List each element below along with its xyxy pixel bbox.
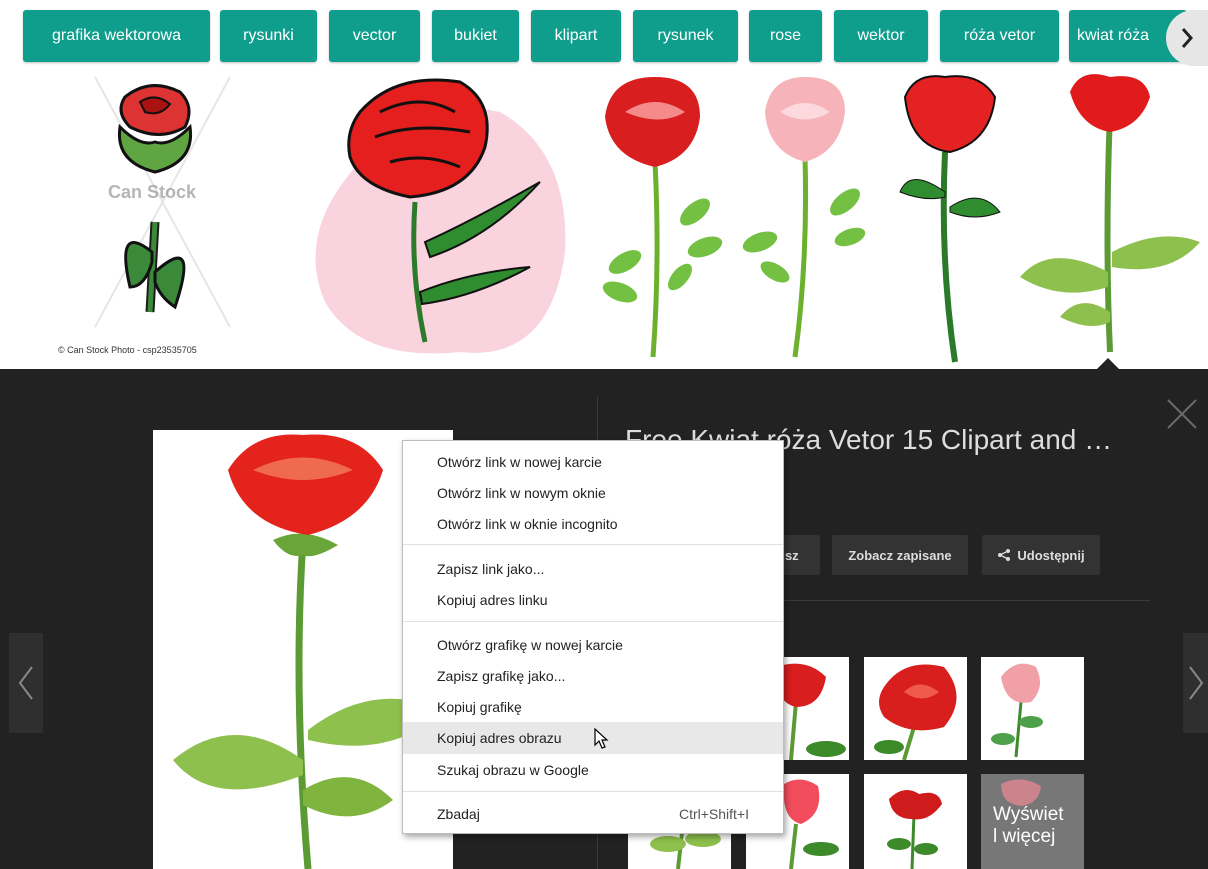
result-thumbnail[interactable] (740, 72, 870, 369)
close-icon (1167, 399, 1197, 429)
menu-open-link-new-tab[interactable]: Otwórz link w nowej karcie (403, 446, 783, 478)
menu-item-label: Kopiuj adres obrazu (437, 730, 562, 746)
menu-item-label: Szukaj obrazu w Google (437, 762, 589, 778)
menu-copy-link-address[interactable]: Kopiuj adres linku (403, 584, 783, 616)
related-image[interactable] (981, 657, 1084, 760)
see-more-label: Wyświet l więcej (993, 804, 1064, 847)
menu-item-label: Zapisz link jako... (437, 561, 545, 577)
chip-bukiet[interactable]: bukiet (432, 10, 519, 62)
previous-image-button[interactable] (9, 633, 43, 733)
menu-separator (403, 791, 783, 792)
context-menu: Otwórz link w nowej karcie Otwórz link w… (402, 440, 784, 834)
result-thumbnail[interactable] (1010, 72, 1208, 369)
menu-item-label: Otwórz link w oknie incognito (437, 516, 618, 532)
close-preview-button[interactable] (1164, 396, 1200, 432)
related-search-chips: grafika wektorowa rysunki vector bukiet … (0, 0, 1208, 72)
menu-save-link-as[interactable]: Zapisz link jako... (403, 553, 783, 585)
result-thumbnail[interactable]: Can Stock © Can Stock Photo - csp2353570… (0, 72, 300, 369)
chip-rysunek[interactable]: rysunek (633, 10, 738, 62)
menu-item-label: Kopiuj grafikę (437, 699, 522, 715)
view-saved-button[interactable]: Zobacz zapisane (832, 535, 968, 575)
menu-open-link-incognito[interactable]: Otwórz link w oknie incognito (403, 508, 783, 540)
result-thumbnail[interactable] (870, 72, 1010, 369)
menu-open-link-new-window[interactable]: Otwórz link w nowym oknie (403, 477, 783, 509)
menu-item-label: Otwórz link w nowym oknie (437, 485, 606, 501)
share-label: Udostępnij (1017, 547, 1085, 563)
chip-wektor[interactable]: wektor (834, 10, 928, 62)
result-thumbnail[interactable] (585, 72, 740, 369)
menu-copy-image[interactable]: Kopiuj grafikę (403, 691, 783, 723)
menu-item-label: Otwórz link w nowej karcie (437, 454, 602, 470)
menu-separator (403, 544, 783, 545)
chip-rose[interactable]: rose (749, 10, 822, 62)
watermark-logo: Can Stock (108, 182, 197, 202)
related-image[interactable] (864, 774, 967, 869)
chip-roza-vetor[interactable]: róża vetor (940, 10, 1059, 62)
watermark-caption: © Can Stock Photo - csp23535705 (58, 345, 197, 355)
image-results-strip: Can Stock © Can Stock Photo - csp2353570… (0, 72, 1208, 369)
chip-rysunki[interactable]: rysunki (220, 10, 317, 62)
menu-copy-image-address[interactable]: Kopiuj adres obrazu (403, 722, 783, 754)
share-button[interactable]: Udostępnij (982, 535, 1100, 575)
menu-separator (403, 621, 783, 622)
chip-vector[interactable]: vector (329, 10, 420, 62)
menu-item-label: Zbadaj (437, 806, 480, 822)
menu-save-image-as[interactable]: Zapisz grafikę jako... (403, 660, 783, 692)
menu-item-shortcut: Ctrl+Shift+I (678, 806, 749, 822)
mouse-cursor-icon (594, 728, 609, 749)
chip-klipart[interactable]: klipart (531, 10, 621, 62)
chevron-right-icon (1181, 28, 1194, 48)
related-image[interactable] (864, 657, 967, 760)
menu-search-image-google[interactable]: Szukaj obrazu w Google (403, 754, 783, 786)
next-image-button[interactable] (1183, 633, 1208, 733)
menu-open-image-new-tab[interactable]: Otwórz grafikę w nowej karcie (403, 629, 783, 661)
view-saved-label: Zobacz zapisane (848, 547, 952, 563)
chevron-left-icon (18, 666, 33, 700)
chevron-right-icon (1188, 666, 1203, 700)
result-thumbnail[interactable] (300, 72, 585, 369)
menu-inspect[interactable]: Zbadaj Ctrl+Shift+I (403, 798, 783, 830)
menu-item-label: Otwórz grafikę w nowej karcie (437, 637, 623, 653)
see-more-tile[interactable]: Wyświet l więcej (981, 774, 1084, 869)
menu-item-label: Kopiuj adres linku (437, 592, 548, 608)
menu-item-label: Zapisz grafikę jako... (437, 668, 566, 684)
share-icon (998, 549, 1011, 561)
chip-grafika-wektorowa[interactable]: grafika wektorowa (23, 10, 210, 62)
